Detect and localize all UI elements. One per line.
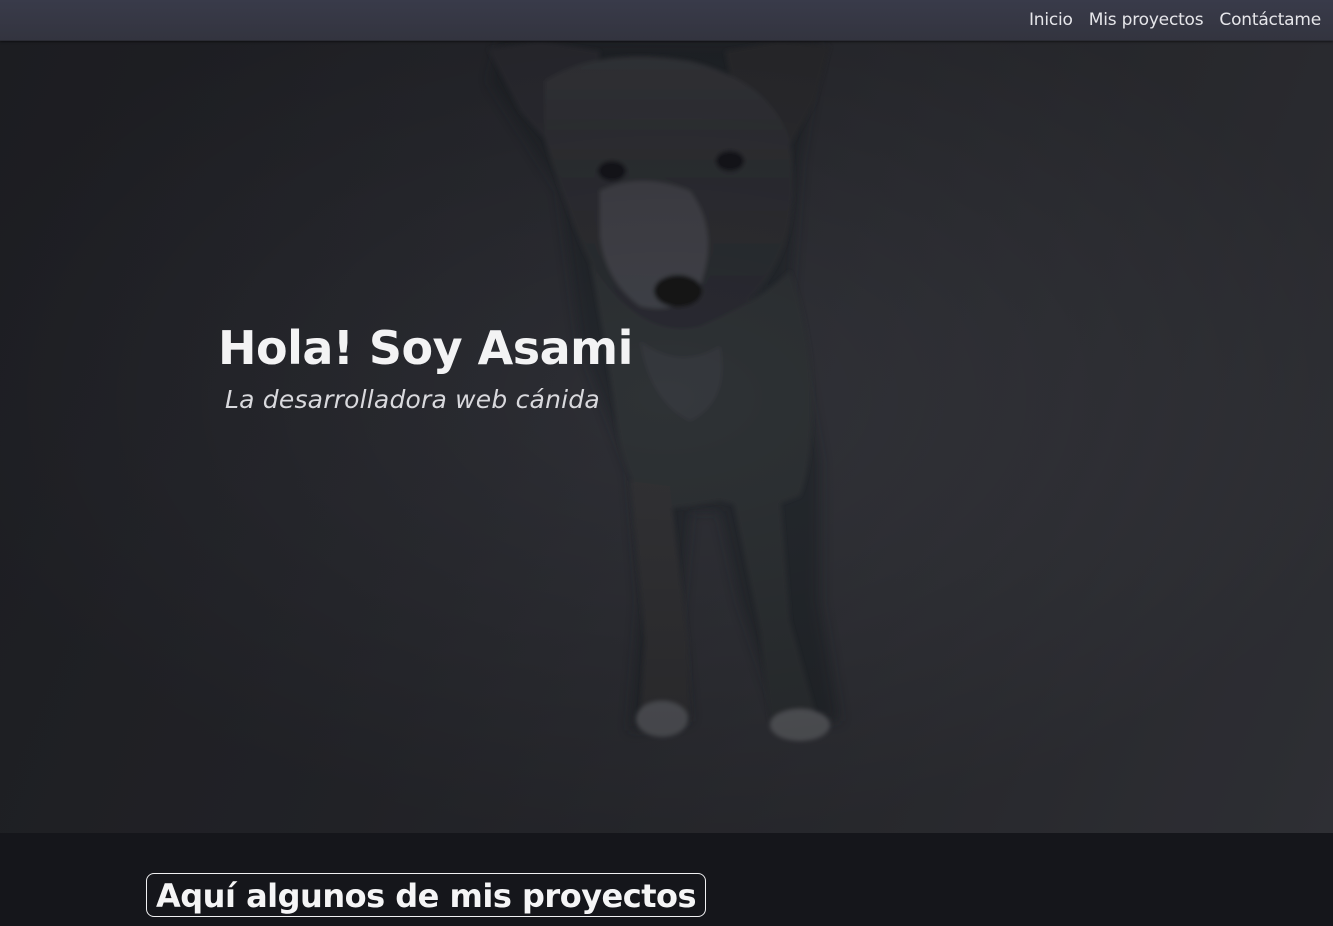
hero-subtitle: La desarrolladora web cánida <box>225 385 600 414</box>
hero-title: Hola! Soy Asami <box>218 321 633 375</box>
nav-link-mis-proyectos[interactable]: Mis proyectos <box>1089 10 1204 30</box>
navbar: Inicio Mis proyectos Contáctame <box>0 0 1333 41</box>
nav-link-inicio[interactable]: Inicio <box>1029 10 1073 30</box>
projects-section: Aquí algunos de mis proyectos <box>0 833 1333 926</box>
nav-link-contactame[interactable]: Contáctame <box>1219 10 1321 30</box>
nav-links: Inicio Mis proyectos Contáctame <box>1029 0 1321 40</box>
projects-heading: Aquí algunos de mis proyectos <box>146 873 707 917</box>
dog-photo <box>0 41 1333 833</box>
hero-section: Hola! Soy Asami La desarrolladora web cá… <box>0 41 1333 833</box>
